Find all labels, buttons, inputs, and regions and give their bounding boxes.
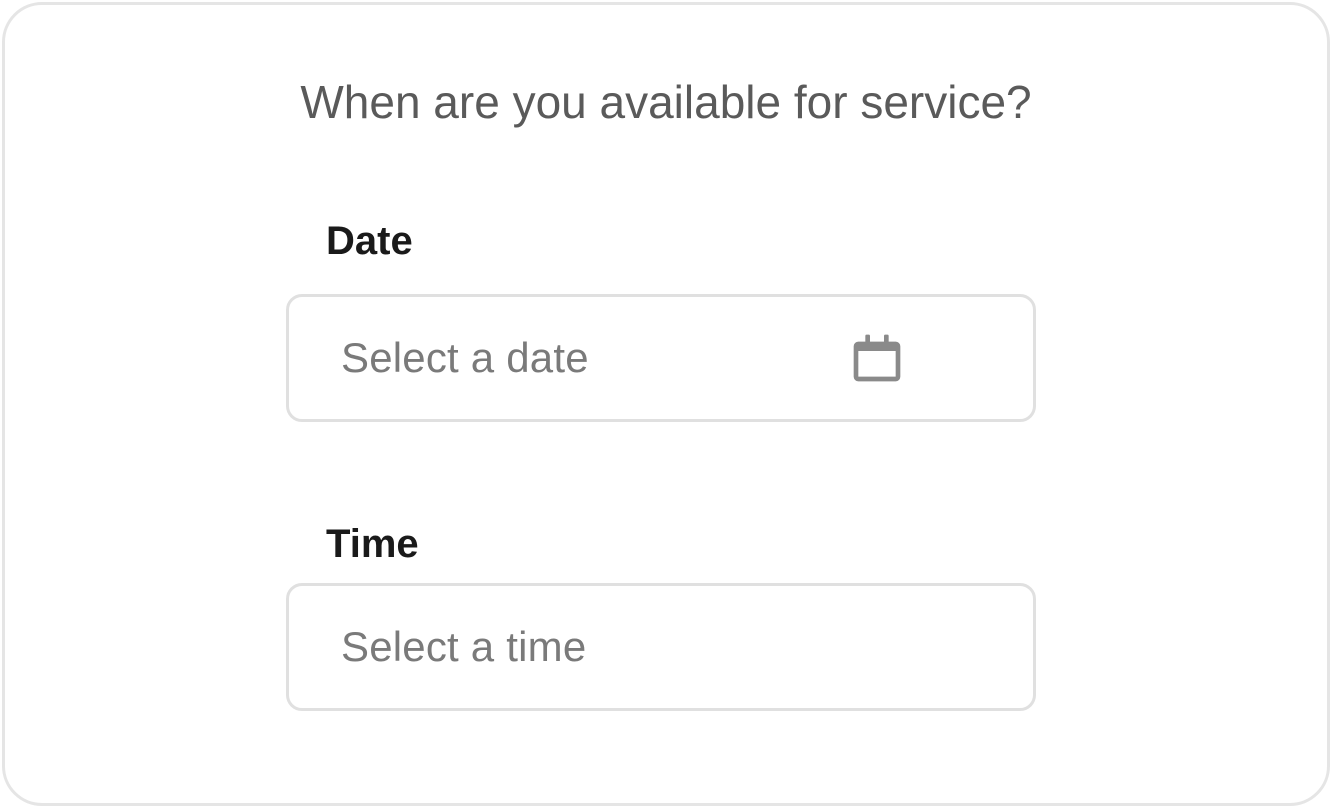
time-placeholder: Select a time <box>341 623 985 671</box>
date-input[interactable]: Select a date <box>286 294 1036 422</box>
date-label: Date <box>286 219 1046 264</box>
date-field-group: Date Select a date <box>286 219 1046 422</box>
date-placeholder: Select a date <box>341 334 849 382</box>
card-title: When are you available for service? <box>45 75 1287 129</box>
calendar-icon <box>849 330 905 386</box>
availability-card: When are you available for service? Date… <box>2 2 1330 806</box>
time-input[interactable]: Select a time <box>286 583 1036 711</box>
time-label: Time <box>286 522 1046 567</box>
time-field-group: Time Select a time <box>286 522 1046 711</box>
form-area: Date Select a date <box>286 219 1046 711</box>
